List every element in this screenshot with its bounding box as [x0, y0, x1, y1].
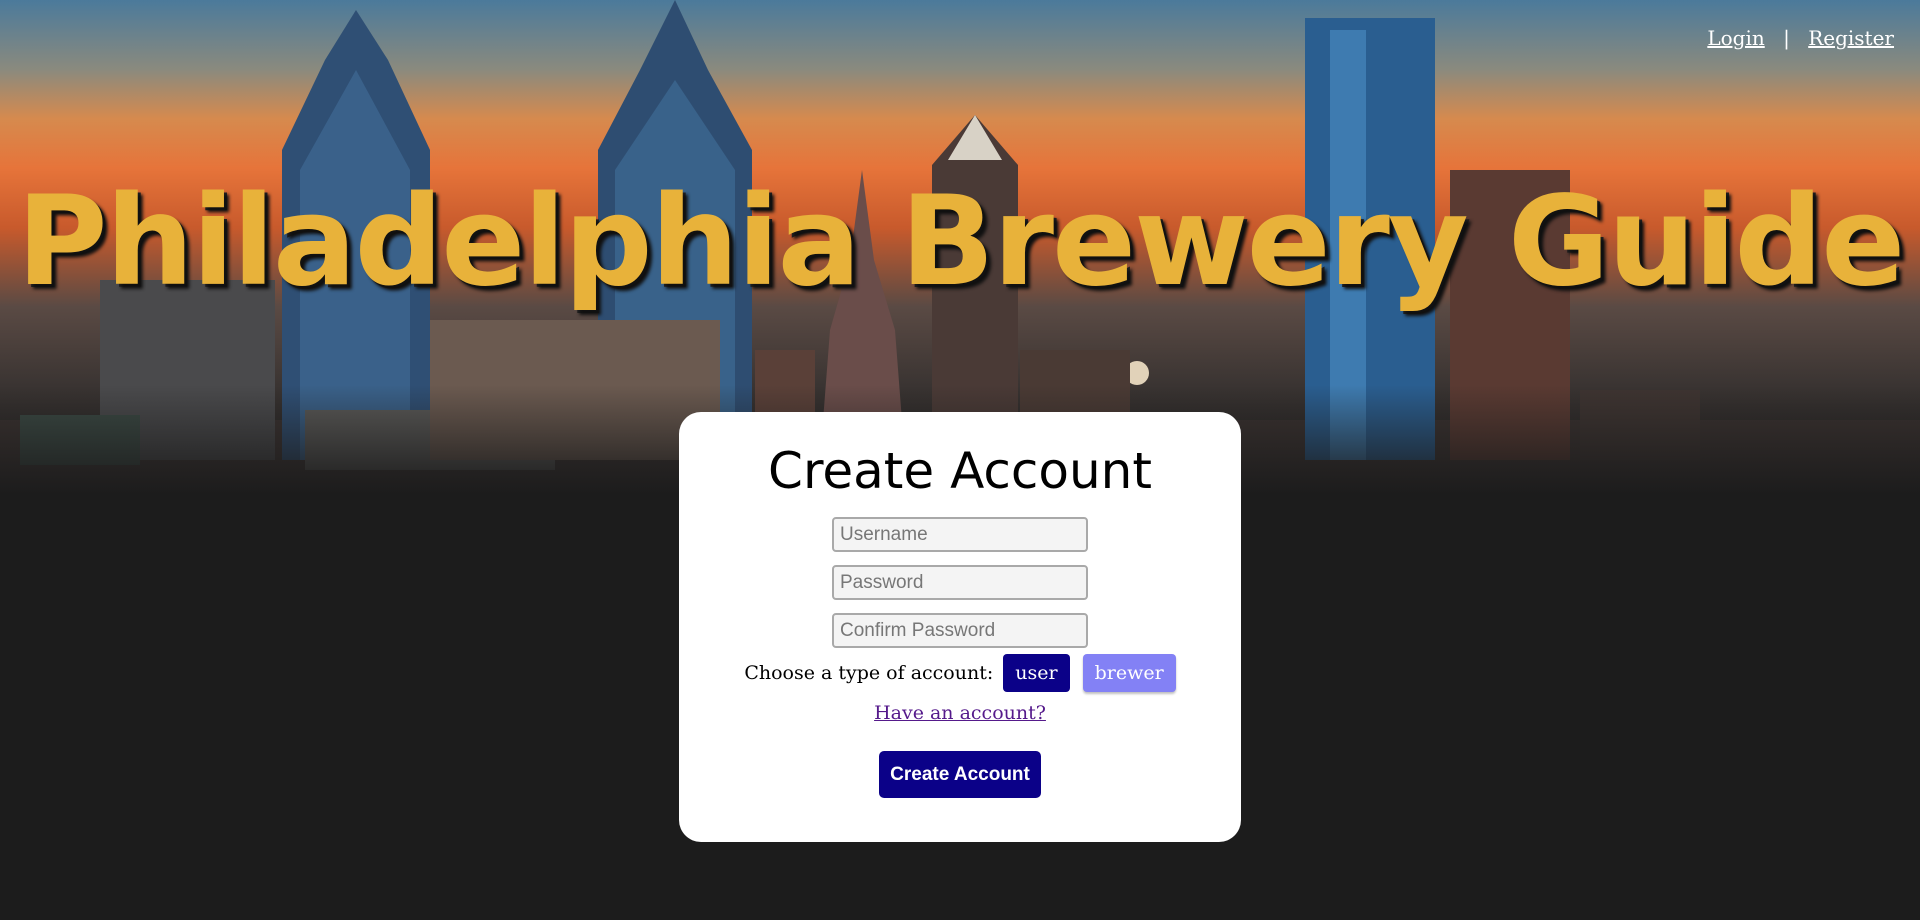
have-account-container: Have an account? [679, 702, 1241, 724]
confirm-password-input[interactable] [832, 613, 1088, 648]
password-input[interactable] [832, 565, 1088, 600]
create-account-button[interactable]: Create Account [879, 751, 1041, 798]
login-link[interactable]: Login [1707, 26, 1764, 50]
top-nav: Login | Register [1707, 26, 1894, 50]
have-account-link[interactable]: Have an account? [874, 702, 1046, 724]
register-link[interactable]: Register [1808, 26, 1894, 50]
account-type-label: Choose a type of account: [744, 662, 994, 684]
create-account-card: Create Account Choose a type of account:… [679, 412, 1241, 842]
account-type-row: Choose a type of account: user brewer [679, 654, 1241, 692]
username-input[interactable] [832, 517, 1088, 552]
account-type-user-button[interactable]: user [1003, 654, 1070, 692]
site-title: Philadelphia Brewery Guide [16, 170, 1906, 314]
form-heading: Create Account [768, 442, 1152, 500]
page: Login | Register Philadelphia Brewery Gu… [0, 0, 1920, 920]
account-type-brewer-button[interactable]: brewer [1082, 654, 1176, 692]
nav-separator: | [1783, 26, 1790, 50]
